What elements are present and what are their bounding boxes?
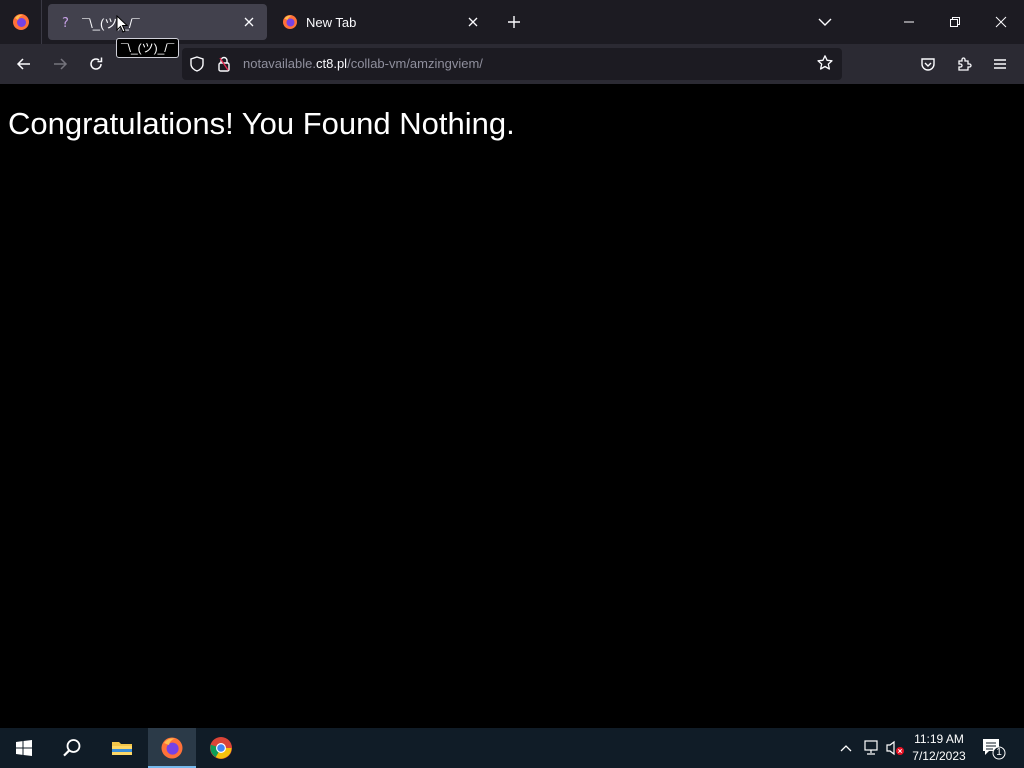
generic-page-icon: ? — [58, 14, 74, 30]
firefox-icon — [282, 14, 298, 30]
url-prefix: notavailable. — [243, 56, 316, 71]
volume-status[interactable] — [885, 738, 905, 758]
file-explorer-button[interactable] — [98, 728, 146, 768]
minimize-icon — [904, 21, 914, 23]
tab-title: New Tab — [306, 14, 357, 30]
chevron-down-icon — [818, 18, 832, 26]
search-button[interactable] — [48, 728, 96, 768]
svg-text:?: ? — [62, 16, 69, 29]
mouse-cursor-icon — [116, 14, 129, 38]
page-content: Congratulations! You Found Nothing. — [0, 84, 1024, 728]
tab-active[interactable]: ? ¯\_(ツ)_/¯ — [48, 4, 267, 40]
back-button[interactable] — [10, 50, 38, 78]
reload-icon — [90, 57, 103, 70]
pocket-button[interactable] — [914, 50, 942, 78]
show-hidden-icons-button[interactable] — [836, 738, 856, 758]
chrome-taskbar-button[interactable] — [197, 728, 245, 768]
url-path: /collab-vm/amzingviem/ — [347, 56, 483, 71]
reload-button[interactable] — [82, 50, 110, 78]
close-tab-icon[interactable] — [239, 12, 259, 32]
network-icon — [864, 740, 878, 755]
chevron-up-icon — [840, 745, 852, 752]
puzzle-piece-icon — [958, 57, 972, 71]
lock-icon[interactable] — [216, 55, 232, 78]
tab-new-tab[interactable]: New Tab — [272, 4, 491, 40]
tracking-protection-shield-icon[interactable] — [188, 55, 206, 78]
file-explorer-icon — [112, 742, 132, 755]
speaker-muted-icon — [886, 740, 904, 756]
windows-start-icon — [16, 740, 32, 756]
clock-date: 7/12/2023 — [912, 749, 966, 763]
hamburger-menu-icon — [994, 59, 1006, 69]
clock-time: 11:19 AM — [914, 732, 964, 746]
extensions-button[interactable] — [950, 50, 978, 78]
start-button[interactable] — [0, 728, 48, 768]
close-icon — [995, 16, 1007, 28]
pocket-icon — [921, 58, 935, 71]
new-tab-button[interactable] — [502, 10, 526, 34]
app-menu-button[interactable] — [986, 50, 1014, 78]
firefox-taskbar-button[interactable] — [148, 728, 196, 768]
firefox-icon — [161, 737, 183, 759]
page-heading: Congratulations! You Found Nothing. — [8, 106, 515, 141]
restore-button[interactable] — [932, 0, 978, 44]
restore-icon — [950, 17, 960, 27]
system-clock[interactable]: 11:19 AM 7/12/2023 — [906, 731, 972, 765]
forward-button[interactable] — [46, 50, 74, 78]
list-all-tabs-button[interactable] — [813, 10, 837, 34]
tab-tooltip: ¯\_(ツ)_/¯ — [116, 38, 180, 58]
close-tab-icon[interactable] — [463, 12, 483, 32]
notification-count: 1 — [996, 747, 1002, 758]
tab-title: ¯\_(ツ)_/¯ — [82, 15, 140, 31]
firefox-view-button[interactable] — [0, 0, 42, 44]
windows-taskbar: 11:19 AM 7/12/2023 1 — [0, 728, 1024, 768]
bookmark-star-icon[interactable] — [816, 54, 834, 77]
firefox-icon — [12, 14, 29, 30]
minimize-button[interactable] — [886, 0, 932, 44]
search-icon — [63, 739, 81, 757]
url-text[interactable]: notavailable.ct8.pl/collab-vm/amzingviem… — [243, 48, 483, 80]
arrow-left-icon — [16, 58, 30, 70]
chrome-icon — [210, 737, 232, 759]
url-host: ct8.pl — [316, 56, 348, 71]
close-window-button[interactable] — [978, 0, 1024, 44]
action-center-button[interactable]: 1 — [980, 736, 1006, 760]
arrow-right-icon — [54, 58, 68, 70]
plus-icon — [508, 16, 520, 28]
address-bar[interactable]: notavailable.ct8.pl/collab-vm/amzingviem… — [182, 48, 842, 80]
network-status[interactable] — [861, 738, 881, 758]
